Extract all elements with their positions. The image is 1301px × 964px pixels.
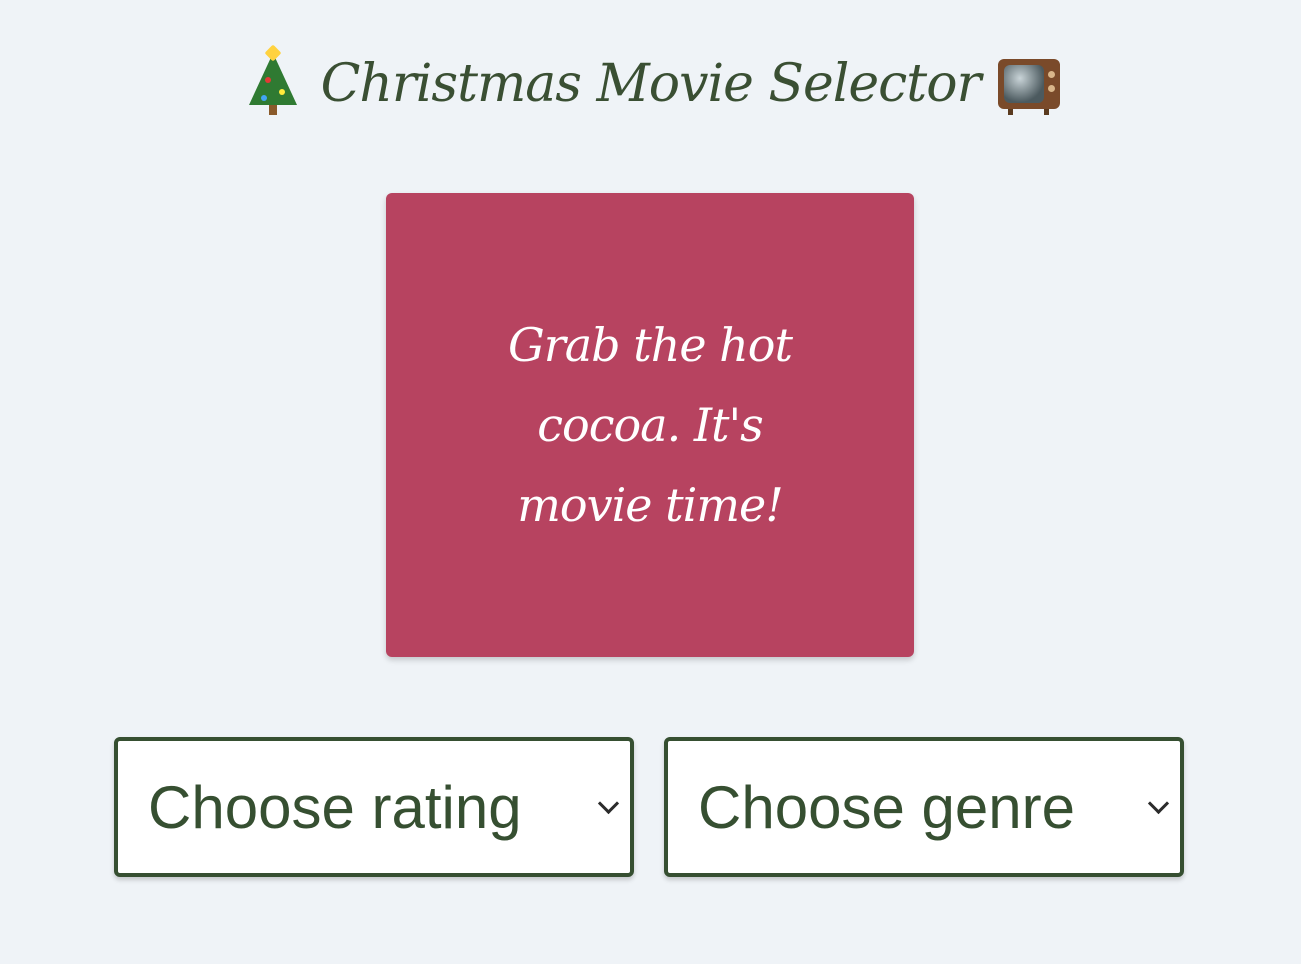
page-title-row: Christmas Movie Selector (0, 42, 1301, 126)
rating-select[interactable]: Choose rating (114, 737, 634, 877)
chevron-down-icon (1147, 792, 1170, 814)
page: Christmas Movie Selector Grab the hot co… (0, 0, 1301, 964)
rating-select-value: Choose rating (148, 773, 522, 841)
television-icon (998, 51, 1061, 117)
movie-card[interactable]: Grab the hot cocoa. It's movie time! (386, 193, 914, 657)
christmas-tree-icon (243, 44, 303, 117)
page-title: Christmas Movie Selector (320, 54, 982, 114)
genre-select[interactable]: Choose genre (664, 737, 1184, 877)
genre-select-value: Choose genre (698, 773, 1075, 841)
movie-card-message: Grab the hot cocoa. It's movie time! (508, 318, 793, 532)
chevron-down-icon (597, 792, 620, 814)
